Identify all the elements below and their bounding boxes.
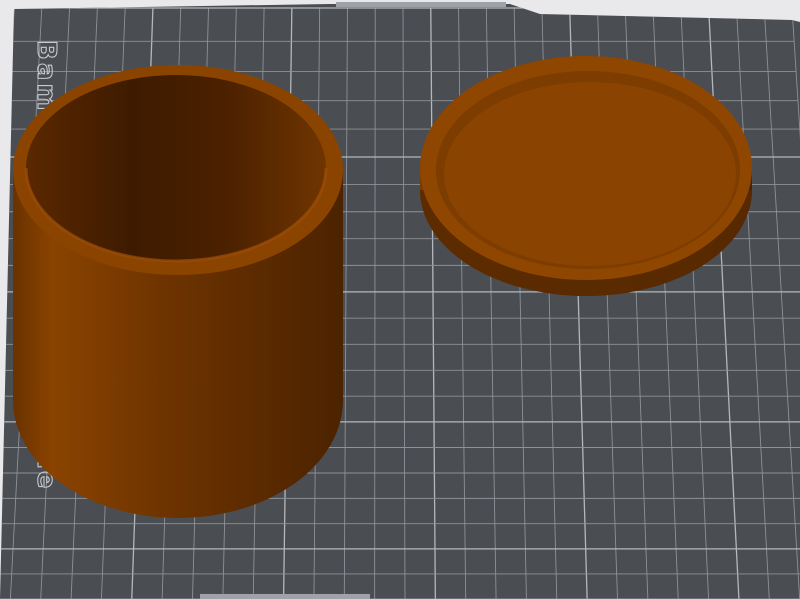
plate-alignment-notch-bottom bbox=[200, 594, 370, 599]
container-body[interactable] bbox=[13, 65, 343, 518]
plate-alignment-notch bbox=[336, 2, 506, 7]
3d-viewport[interactable]: Bambu Textured PEI Plate bbox=[0, 0, 800, 599]
container-lid[interactable] bbox=[420, 56, 752, 296]
grid-line bbox=[374, 7, 376, 599]
lid-recess bbox=[444, 82, 736, 266]
build-plate-scene[interactable]: Bambu Textured PEI Plate bbox=[0, 0, 800, 599]
